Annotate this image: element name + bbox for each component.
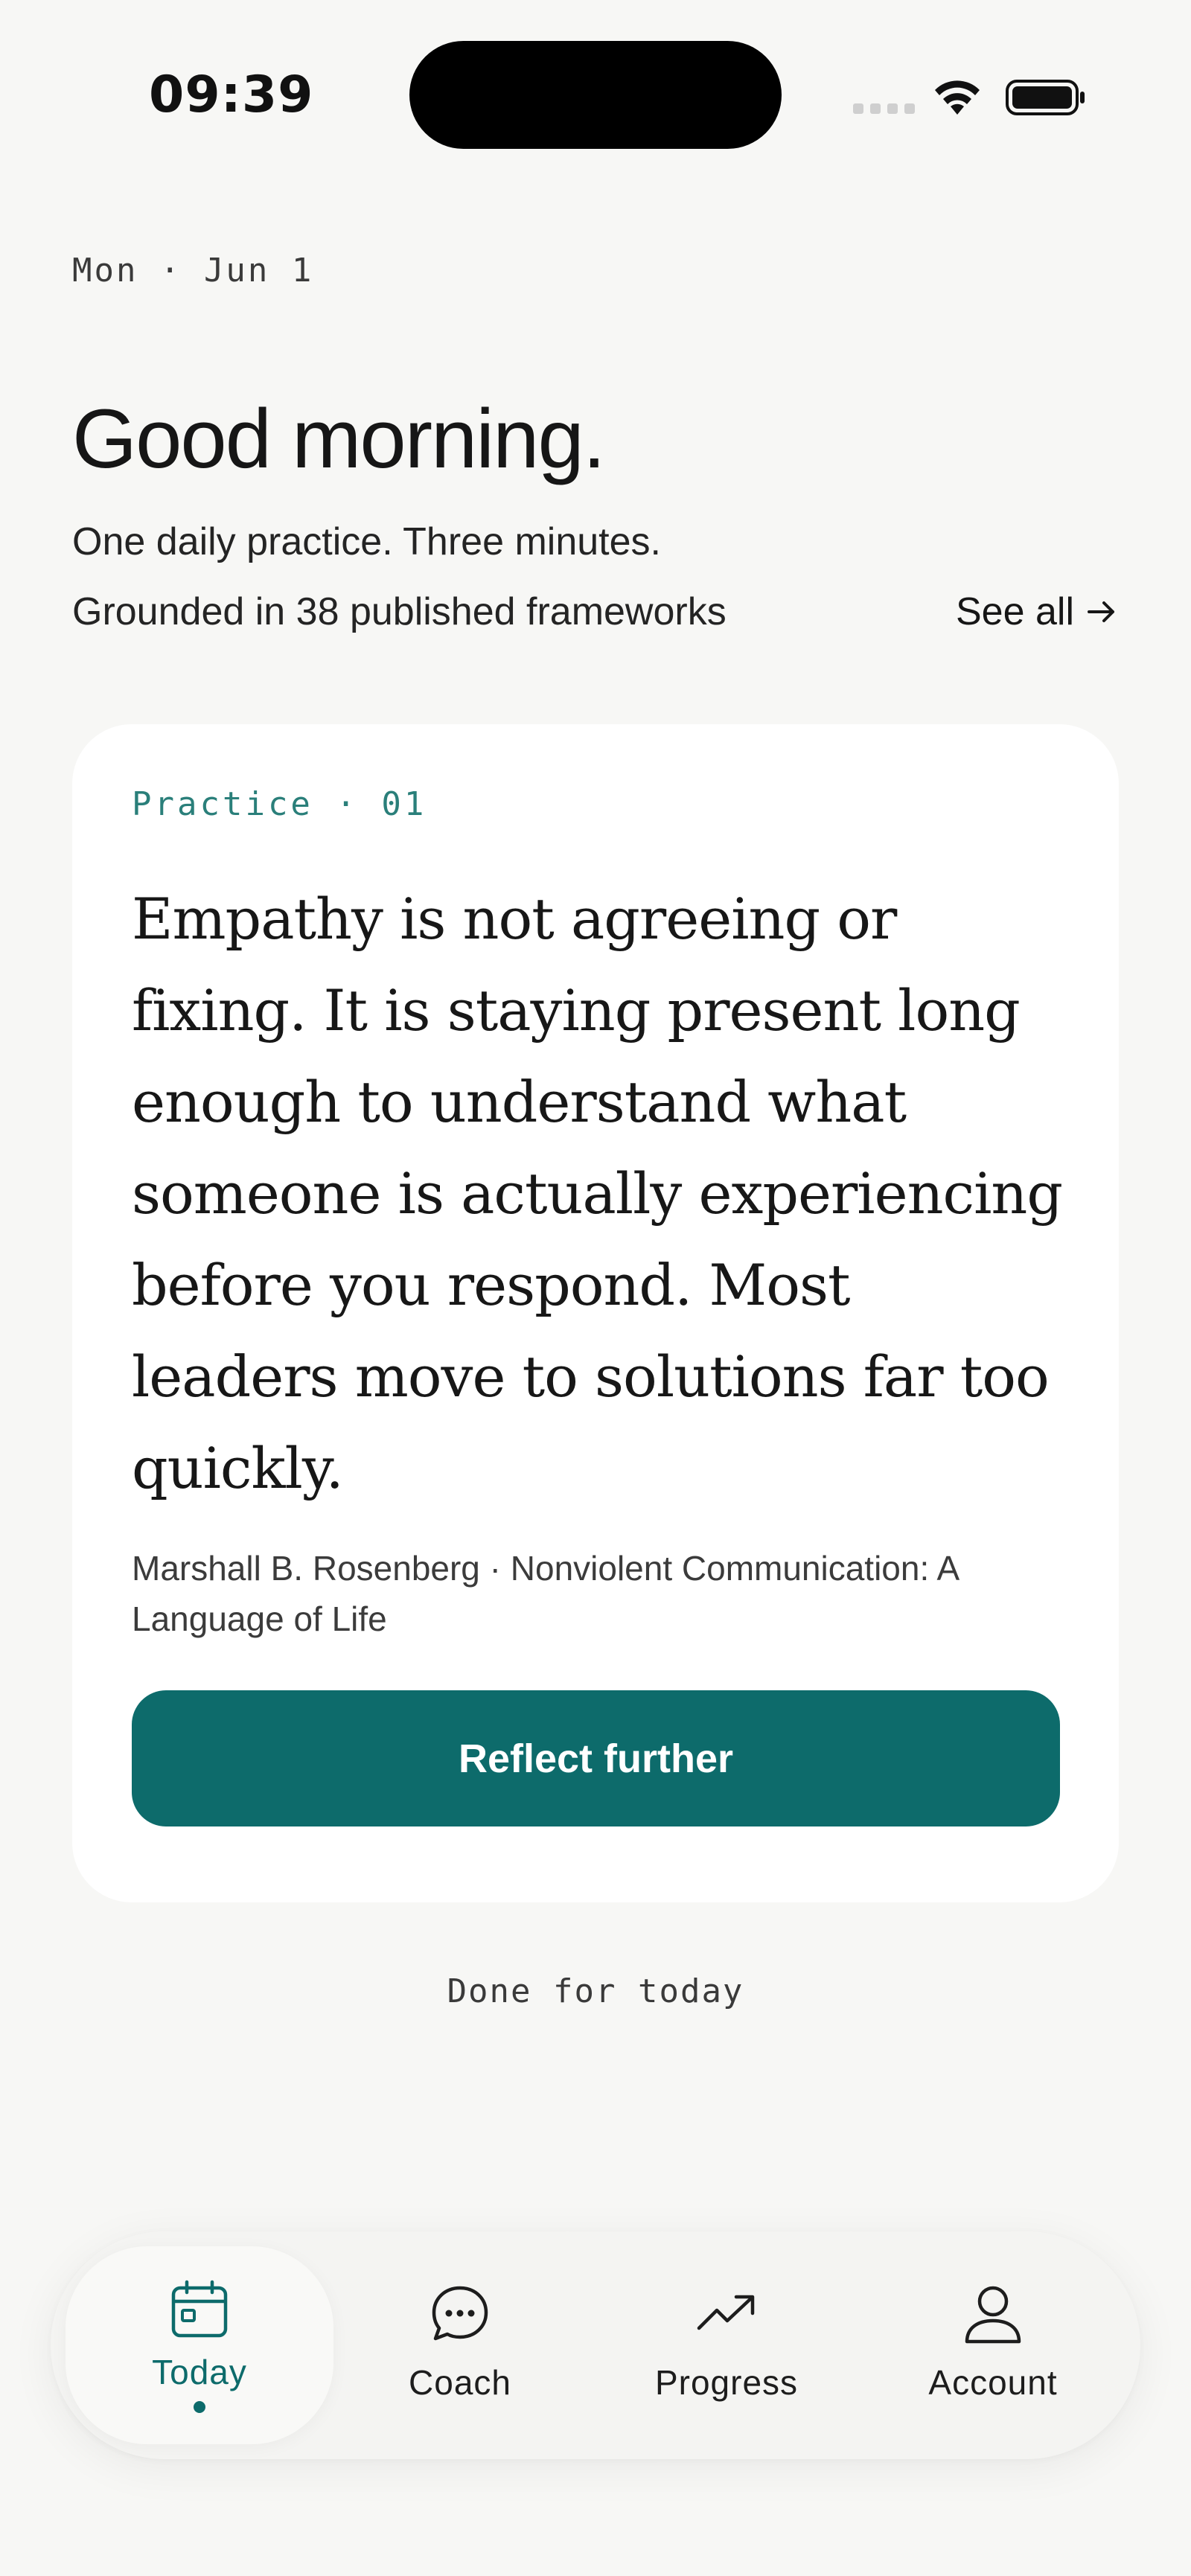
- arrow-right-icon: [1088, 601, 1114, 622]
- tab-label: Account: [928, 2363, 1058, 2402]
- user-icon: [965, 2286, 1021, 2344]
- status-time: 09:39: [149, 65, 314, 124]
- reflect-further-button[interactable]: Reflect further: [132, 1690, 1060, 1826]
- cellular-signal-icon: [853, 103, 915, 114]
- frameworks-row: Grounded in 38 published frameworks See …: [72, 589, 1119, 634]
- tab-label: Today: [152, 2353, 247, 2391]
- tab-label: Coach: [409, 2363, 511, 2402]
- quote-source: Marshall B. Rosenberg · Nonviolent Commu…: [132, 1549, 958, 1638]
- dynamic-island: [409, 41, 782, 149]
- frameworks-text: Grounded in 38 published frameworks: [72, 590, 727, 633]
- date-label: Mon · Jun 1: [72, 252, 314, 290]
- see-all-link[interactable]: See all: [956, 589, 1119, 634]
- practice-tag: Practice · 01: [132, 785, 427, 823]
- done-for-today-link[interactable]: Done for today: [0, 1972, 1191, 2010]
- tab-label: Progress: [654, 2363, 799, 2402]
- calendar-icon: [171, 2280, 228, 2338]
- tab-today[interactable]: Today: [66, 2246, 333, 2444]
- practice-card: Practice · 01 Empathy is not agreeing or…: [72, 724, 1119, 1902]
- tab-coach[interactable]: Coach: [326, 2246, 594, 2444]
- active-indicator-dot: [194, 2401, 205, 2413]
- tab-bar: Today Coach Progress Account: [51, 2231, 1140, 2459]
- wifi-icon: [935, 80, 980, 115]
- greeting-heading: Good morning.: [72, 392, 606, 485]
- practice-quote: Empathy is not agreeing or fixing. It is…: [132, 886, 1063, 1501]
- tab-progress[interactable]: Progress: [593, 2246, 860, 2444]
- chat-bubble-icon: [432, 2286, 488, 2341]
- see-all-label: See all: [956, 590, 1074, 633]
- trending-up-icon: [697, 2295, 755, 2330]
- battery-icon: [1006, 80, 1085, 115]
- tab-account[interactable]: Account: [859, 2246, 1127, 2444]
- subtitle: One daily practice. Three minutes.: [72, 520, 661, 563]
